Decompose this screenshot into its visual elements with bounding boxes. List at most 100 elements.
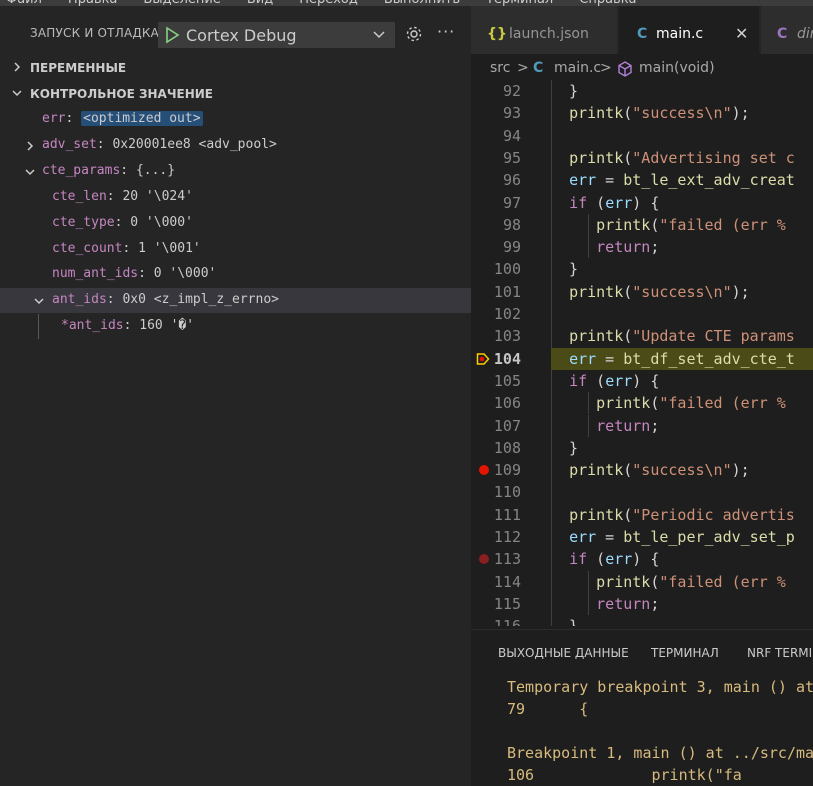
code-line[interactable]: 98 printk("failed (err % xyxy=(471,213,813,236)
watch-name: *ant_ids xyxy=(61,318,124,333)
code-text: printk("success\n"); xyxy=(569,461,750,480)
watch-section-header[interactable]: КОНТРОЛЬНОЕ ЗНАЧЕНИЕ xyxy=(0,82,471,106)
code-line[interactable]: 103 printk("Update CTE params xyxy=(471,325,813,347)
code-text: return; xyxy=(596,594,660,613)
code-text: err = bt_df_set_adv_cte_t xyxy=(569,349,795,368)
code-line[interactable]: 102 xyxy=(471,303,813,325)
code-line[interactable]: 92 } xyxy=(471,80,813,102)
watch-row-cte-params[interactable]: cte_params: {...} xyxy=(0,159,471,184)
code-line[interactable]: 100 } xyxy=(471,258,813,280)
code-line[interactable]: 109 printk("success\n"); xyxy=(471,459,813,481)
chevron-right-icon[interactable] xyxy=(24,140,36,156)
chevron-down-icon[interactable] xyxy=(24,166,36,182)
watch-name: err xyxy=(42,111,66,126)
watch-name: cte_count xyxy=(52,241,123,256)
code-text: return; xyxy=(596,238,660,257)
code-line[interactable]: 99 return; xyxy=(471,236,813,259)
code-text: printk("Periodic advertis xyxy=(569,505,795,524)
code-text: if (err) { xyxy=(569,193,660,212)
more-actions-icon[interactable]: ··· xyxy=(437,22,455,41)
watch-value: 160 '�' xyxy=(139,318,195,333)
line-number: 106 xyxy=(493,394,521,413)
tab-terminal[interactable]: ТЕРМИНАЛ xyxy=(651,646,719,660)
watch-value: 1 '\001' xyxy=(138,241,201,256)
watch-value: 20 '\024' xyxy=(122,189,193,204)
watch-row-num-ant-ids[interactable]: num_ant_ids: 0 '\000' xyxy=(0,262,471,287)
breadcrumb-folder[interactable]: src xyxy=(490,60,510,76)
c-file-icon: C xyxy=(637,26,648,42)
output-line: 79 { xyxy=(507,700,589,718)
tab-output[interactable]: ВЫХОДНЫЕ ДАННЫЕ xyxy=(498,646,629,660)
watch-row-deref-ant-ids[interactable]: *ant_ids: 160 '�' xyxy=(0,314,471,339)
bottom-panel: ВЫХОДНЫЕ ДАННЫЕ ТЕРМИНАЛ NRF TERMI Tempo… xyxy=(471,629,813,786)
code-line[interactable]: 96 err = bt_le_ext_adv_creat xyxy=(471,169,813,191)
output-line: Breakpoint 1, main () at ../src/ma xyxy=(507,744,813,762)
watch-sep: : xyxy=(120,163,136,178)
watch-value: 0 '\000' xyxy=(153,266,217,281)
start-debugging-icon[interactable] xyxy=(163,26,181,48)
tab-main-c[interactable]: C main.c ✕ xyxy=(619,6,760,54)
line-number: 96 xyxy=(502,171,521,190)
breadcrumb-file[interactable]: main.c xyxy=(554,60,601,76)
code-line[interactable]: 93 printk("success\n"); xyxy=(471,102,813,124)
gear-icon[interactable] xyxy=(404,24,424,48)
line-number: 99 xyxy=(502,238,521,257)
watch-row-cte-count[interactable]: cte_count: 1 '\001' xyxy=(0,237,471,262)
code-line[interactable]: 94 xyxy=(471,125,813,147)
watch-sep: : xyxy=(122,241,139,256)
code-text: printk("Advertising set c xyxy=(569,148,795,167)
code-line[interactable]: 108 } xyxy=(471,437,813,459)
watch-name: num_ant_ids xyxy=(52,266,139,281)
breadcrumb-separator: > xyxy=(600,60,612,76)
code-line[interactable]: 106 printk("failed (err % xyxy=(471,392,813,415)
tab-dir[interactable]: C dir xyxy=(761,6,813,54)
watch-sep: : xyxy=(114,215,131,230)
code-line[interactable]: 101 printk("success\n"); xyxy=(471,281,813,303)
editor-area: {} launch.json C main.c ✕ C dir src > C … xyxy=(471,6,813,786)
line-number: 111 xyxy=(493,505,521,524)
watch-row-adv-set[interactable]: adv_set: 0x20001ee8 <adv_pool> xyxy=(0,133,471,158)
line-number: 95 xyxy=(502,148,521,167)
breadcrumb-separator: > xyxy=(517,60,529,76)
code-line[interactable]: 114 printk("failed (err % xyxy=(471,570,813,593)
code-line[interactable]: 95 printk("Advertising set c xyxy=(471,147,813,169)
line-number: 94 xyxy=(502,126,521,145)
tab-label: launch.json xyxy=(509,26,589,42)
watch-row-err[interactable]: err: <optimized out> xyxy=(0,107,471,132)
watch-row-ant-ids[interactable]: ant_ids: 0x0 <z_impl_z_errno> xyxy=(0,288,471,313)
variables-section-header[interactable]: ПЕРЕМЕННЫЕ xyxy=(0,56,471,80)
watch-sep: : xyxy=(96,137,113,152)
chevron-down-icon[interactable] xyxy=(33,295,45,311)
watch-value: {...} xyxy=(135,163,176,178)
tab-nrf-terminal[interactable]: NRF TERMI xyxy=(747,646,812,660)
code-line[interactable]: 110 xyxy=(471,481,813,503)
watch-name: adv_set xyxy=(42,137,97,152)
line-number: 107 xyxy=(493,416,521,435)
chevron-down-icon xyxy=(11,87,23,102)
code-line[interactable]: 105 if (err) { xyxy=(471,370,813,392)
symbol-method-icon xyxy=(616,60,634,82)
close-icon[interactable]: ✕ xyxy=(735,24,748,43)
code-line[interactable]: 116 } xyxy=(471,615,813,626)
code-line[interactable]: 107 return; xyxy=(471,414,813,437)
watch-row-cte-type[interactable]: cte_type: 0 '\000' xyxy=(0,211,471,236)
code-line[interactable]: 113 if (err) { xyxy=(471,548,813,570)
debug-toolbar: ЗАПУСК И ОТЛАДКА Cortex Debug ··· xyxy=(0,6,471,50)
code-line[interactable]: 97 if (err) { xyxy=(471,192,813,214)
debug-panel: ЗАПУСК И ОТЛАДКА Cortex Debug ··· ПЕРЕМЕ… xyxy=(0,6,471,786)
watch-value: 0x0 <z_impl_z_errno> xyxy=(122,292,279,307)
line-number: 100 xyxy=(493,260,521,279)
code-line[interactable]: 112 err = bt_le_per_adv_set_p xyxy=(471,526,813,548)
launch-config-select[interactable]: Cortex Debug xyxy=(158,22,395,48)
tab-launch-json[interactable]: {} launch.json xyxy=(471,6,618,54)
code-editor[interactable]: 92 } 93 printk("success\n"); 94 95 printk(… xyxy=(471,80,813,626)
line-number: 101 xyxy=(493,282,521,301)
watch-row-cte-len[interactable]: cte_len: 20 '\024' xyxy=(0,185,471,210)
breadcrumb-symbol[interactable]: main(void) xyxy=(639,60,715,76)
code-line[interactable]: 104 err = bt_df_set_adv_cte_t xyxy=(471,347,813,370)
code-line[interactable]: 111 printk("Periodic advertis xyxy=(471,504,813,526)
code-line[interactable]: 115 return; xyxy=(471,592,813,615)
